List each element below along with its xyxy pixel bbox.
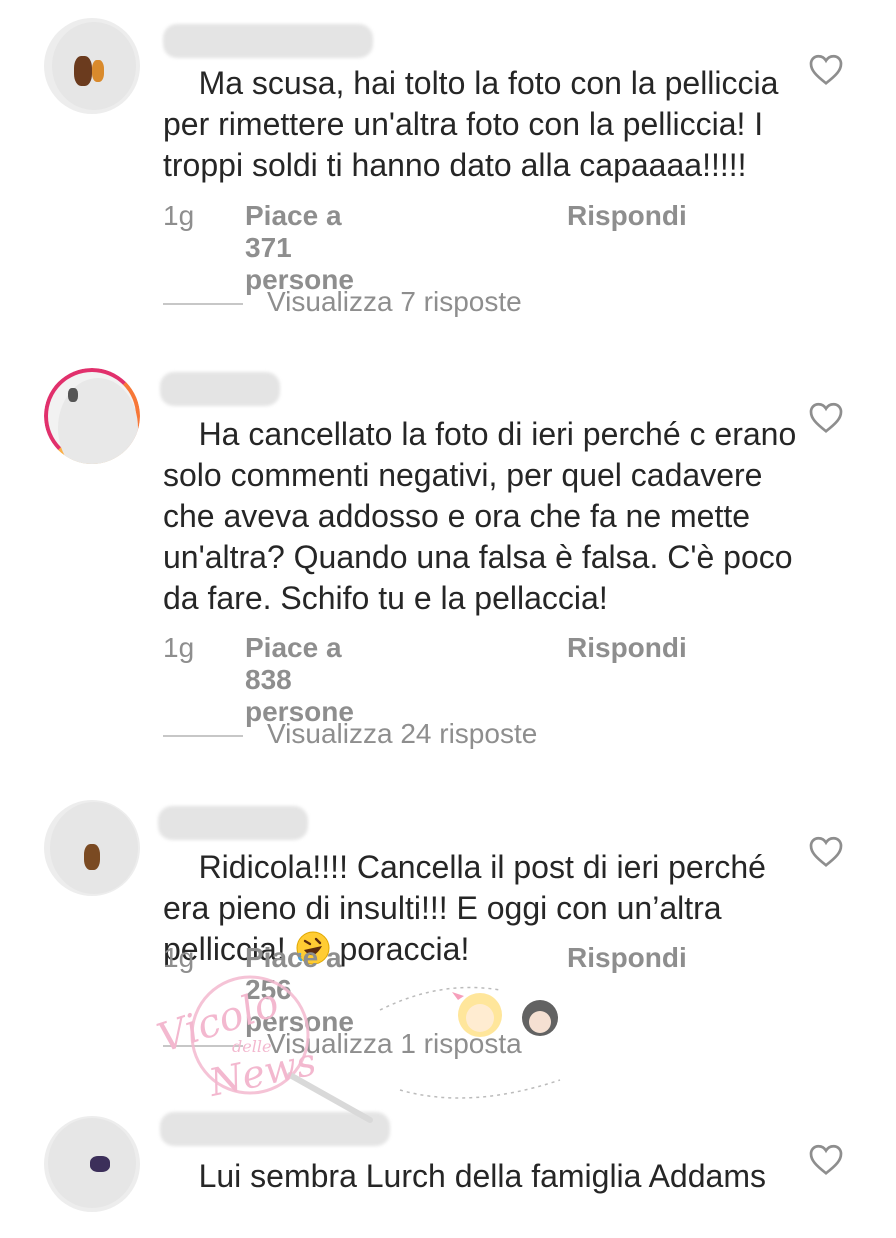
likes-link[interactable]: Piace a 371 persone xyxy=(245,200,354,296)
view-replies-label: Visualizza 7 risposte xyxy=(267,286,522,317)
comment-time: 1g xyxy=(163,942,195,973)
comment-body: Ha cancellato la foto di ieri perché c e… xyxy=(163,416,806,616)
likes-link[interactable]: Piace a 838 persone xyxy=(245,632,354,728)
avatar-image-fragment xyxy=(74,56,92,86)
replies-divider xyxy=(163,735,243,737)
likes-link[interactable]: Piace a 256 persone xyxy=(245,942,354,1038)
avatar-image-fragment xyxy=(90,1156,110,1172)
comment-body: Lui sembra Lurch della famiglia Addams xyxy=(198,1158,766,1194)
view-replies-label: Visualizza 24 risposte xyxy=(267,718,538,749)
heart-icon[interactable] xyxy=(808,400,844,434)
avatar[interactable] xyxy=(44,18,140,114)
comment-text: Ma scusa, hai tolto la foto con la pelli… xyxy=(163,22,803,227)
comment-time: 1g xyxy=(163,632,195,663)
heart-icon[interactable] xyxy=(808,834,844,868)
comment-body: Ma scusa, hai tolto la foto con la pelli… xyxy=(163,65,788,183)
reply-button[interactable]: Rispondi xyxy=(567,942,687,974)
comment-time: 1g xyxy=(163,200,195,231)
avatar[interactable] xyxy=(44,1116,140,1212)
heart-icon[interactable] xyxy=(808,52,844,86)
view-replies-label: Visualizza 1 risposta xyxy=(267,1028,522,1059)
replies-divider xyxy=(163,303,243,305)
avatar-image-fragment xyxy=(84,844,100,870)
reply-button[interactable]: Rispondi xyxy=(567,200,687,232)
avatar-image-fragment xyxy=(92,60,104,82)
avatar[interactable] xyxy=(44,368,140,464)
replies-divider xyxy=(163,1045,243,1047)
avatar-image-fragment xyxy=(68,388,78,402)
reply-button[interactable]: Rispondi xyxy=(567,632,687,664)
comment-text: Lui sembra Lurch della famiglia Addams xyxy=(163,1115,803,1238)
avatar[interactable] xyxy=(44,800,140,896)
heart-icon[interactable] xyxy=(808,1142,844,1176)
comment-text: Ha cancellato la foto di ieri perché c e… xyxy=(163,373,803,660)
